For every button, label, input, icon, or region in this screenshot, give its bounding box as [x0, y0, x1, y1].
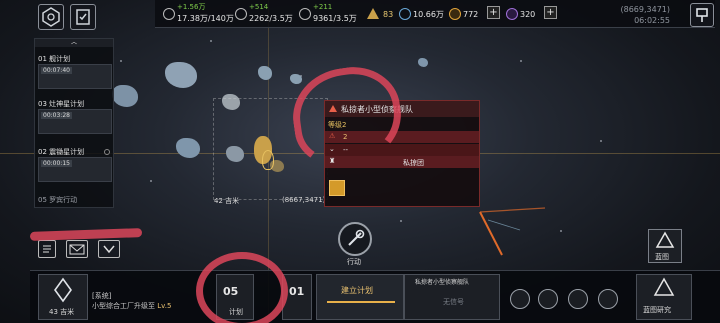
build-plan-label: 建立计划 — [341, 286, 373, 295]
level-badge: 83 — [383, 10, 394, 19]
deuterium-rate: +211 — [313, 3, 333, 11]
fleet-button[interactable] — [568, 289, 588, 309]
checklist-icon — [76, 9, 90, 25]
target-panel[interactable]: 私掠者小型侦察舰队 无信号 — [404, 274, 500, 320]
metal-rate: +1.56万 — [177, 3, 206, 11]
energy-icon — [367, 8, 379, 19]
credits-amount: 10.66万 — [413, 10, 444, 19]
action-label: 行动 — [347, 258, 361, 266]
map-pin-button[interactable] — [690, 3, 714, 27]
plan-1-card[interactable]: 00:07:40 — [38, 64, 112, 89]
add-gems-button[interactable]: + — [487, 6, 500, 19]
plan-3-timer: 00:00:15 — [41, 160, 72, 167]
build-plan-button[interactable]: 建立计划 — [316, 274, 404, 320]
blueprint-research-button[interactable]: 蓝图研究 — [636, 274, 692, 320]
plan-1-timer: 00:07:40 — [41, 67, 72, 74]
crystal-icon — [235, 8, 247, 20]
deuterium-amount: 9361/3.5万 — [313, 14, 357, 23]
download-button[interactable] — [538, 289, 558, 309]
clock: 06:02:55 — [634, 16, 670, 25]
chevron-down-icon — [103, 245, 115, 254]
shield-icon — [42, 7, 60, 27]
plan-list-collapse[interactable]: ︿ — [35, 39, 113, 47]
radar-button[interactable] — [510, 289, 530, 309]
resource-bar: +1.56万 17.38万/140万 +514 2262/3.5万 +211 9… — [155, 0, 715, 28]
target-name: 私掠者小型侦察舰队 — [415, 279, 470, 286]
add-tokens-button[interactable]: + — [544, 6, 557, 19]
system-tag: [系统] — [92, 292, 112, 300]
metal-amount: 17.38万/140万 — [177, 14, 234, 23]
folder-button[interactable] — [598, 289, 618, 309]
crystal-rate: +514 — [249, 3, 269, 11]
system-message-level: Lv.5 — [157, 302, 172, 310]
locate-base-button[interactable]: 43 吉米 — [38, 274, 88, 320]
build-plan-underline — [327, 301, 395, 303]
wrench-icon — [348, 229, 365, 246]
plan-2-timer: 00:03:28 — [41, 112, 72, 119]
blueprint-research-label: 蓝图研究 — [643, 306, 671, 314]
popup-faction-badge[interactable] — [329, 180, 345, 196]
metal-icon — [163, 8, 175, 20]
no-signal-label: 无信号 — [443, 298, 464, 306]
mail-icon — [69, 244, 85, 255]
gems-icon — [449, 8, 461, 20]
secondary-count: 01 — [289, 285, 305, 298]
plan-4-title: 05 罗宾行动 — [38, 196, 78, 204]
base-distance: 43 吉米 — [49, 308, 75, 316]
plan-3-title: 02 震锄星计划 — [38, 148, 85, 156]
tokens-amount: 320 — [520, 10, 536, 19]
blueprint-icon — [655, 231, 675, 248]
popup-faction-value: 私掠团 — [403, 159, 424, 167]
plan-list: ︿ 01 舰计划 00:07:40 03 灶神星计划 00:03:28 02 震… — [34, 38, 114, 208]
plan-2-card[interactable]: 00:03:28 — [38, 109, 112, 134]
document-icon — [43, 245, 51, 253]
system-message: 小型综合工厂升级至 Lv.5 — [92, 301, 171, 311]
trajectory-lines — [479, 207, 546, 256]
bottom-bar: 43 吉米 [系统] 小型综合工厂升级至 Lv.5 05 计划 01 建立计划 … — [30, 270, 720, 323]
plan-1-title: 01 舰计划 — [38, 55, 71, 63]
blueprint-button[interactable]: 蓝图 — [648, 229, 682, 263]
system-message-text: 小型综合工厂升级至 — [92, 302, 155, 310]
map-coord-label: (8667,3471) — [282, 196, 326, 204]
annotation-circle-plan — [196, 252, 288, 323]
gems-amount: 772 — [463, 10, 479, 19]
collapse-button[interactable] — [98, 240, 120, 258]
target-marker[interactable] — [262, 150, 274, 170]
coords-readout: (8669,3471) — [620, 5, 670, 14]
plan-2-title: 03 灶神星计划 — [38, 100, 85, 108]
base-icon — [54, 277, 72, 303]
plan-3-status-dot — [104, 149, 110, 155]
chat-button[interactable] — [38, 240, 56, 258]
plan-3-card[interactable]: 00:00:15 — [38, 157, 112, 182]
fleet-shield-button[interactable] — [38, 4, 64, 30]
task-checklist-button[interactable] — [70, 4, 96, 30]
action-button[interactable] — [338, 222, 372, 256]
map-distance-label: 42 吉米 — [214, 197, 240, 205]
mail-button[interactable] — [66, 240, 88, 258]
deuterium-icon — [299, 8, 311, 20]
research-icon — [653, 277, 675, 296]
credits-icon — [399, 8, 411, 20]
crystal-amount: 2262/3.5万 — [249, 14, 293, 23]
blueprint-label: 蓝图 — [655, 253, 669, 261]
tokens-icon — [506, 8, 518, 20]
pin-icon — [696, 8, 708, 22]
